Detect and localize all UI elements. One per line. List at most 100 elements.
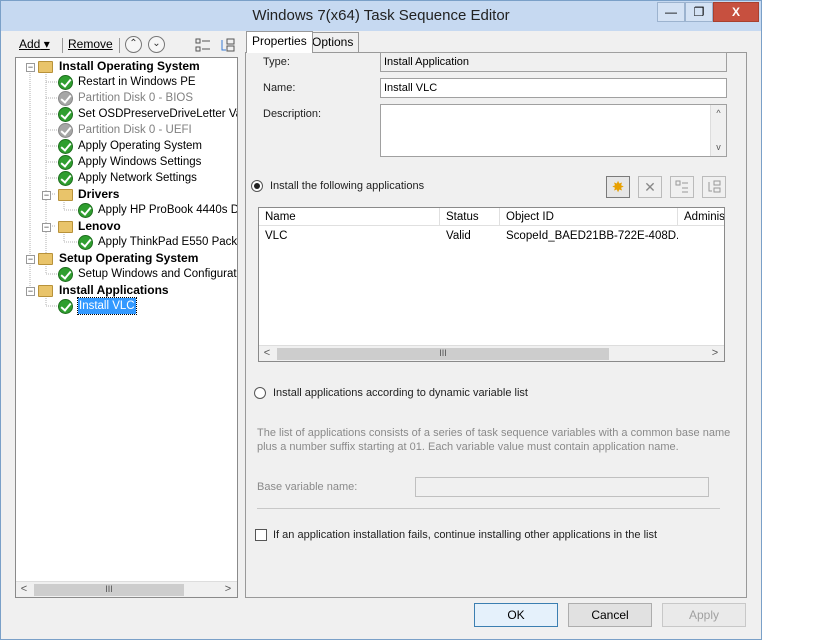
continue-on-fail-checkbox[interactable] xyxy=(255,529,267,541)
delete-application-button[interactable]: ✕ xyxy=(638,176,662,198)
sun-icon: ✸ xyxy=(611,179,625,196)
app-name-cell: VLC xyxy=(265,230,288,242)
minimize-button[interactable]: — xyxy=(657,2,685,22)
list-header: Name Status Object ID Administ xyxy=(259,208,724,226)
scroll-left-arrow[interactable]: < xyxy=(16,582,32,597)
column-header-name[interactable]: Name xyxy=(259,208,440,226)
applications-list[interactable]: Name Status Object ID Administ VLC Valid… xyxy=(258,207,725,362)
close-button[interactable]: X xyxy=(713,2,759,22)
tree-horizontal-scrollbar[interactable]: < III > xyxy=(16,581,237,597)
tree-item-label: Apply Network Settings xyxy=(78,172,197,184)
collapse-toggle[interactable]: − xyxy=(42,191,51,200)
column-header-object-id[interactable]: Object ID xyxy=(500,208,678,226)
toolbar-divider xyxy=(119,38,120,53)
move-down-icon xyxy=(708,180,721,193)
step-enabled-icon xyxy=(58,155,73,170)
remove-button[interactable]: Remove xyxy=(68,37,113,51)
collapse-all-icon[interactable] xyxy=(219,37,235,53)
description-input[interactable]: ^ v xyxy=(380,104,727,157)
ok-button[interactable]: OK xyxy=(474,603,558,627)
tree-item-label: Install VLC xyxy=(77,297,137,315)
step-enabled-icon xyxy=(58,139,73,154)
base-variable-input[interactable] xyxy=(415,477,709,497)
install-dynamic-radio[interactable] xyxy=(254,387,266,399)
add-menu-button[interactable]: Add ▾ xyxy=(19,37,50,51)
cancel-button[interactable]: Cancel xyxy=(568,603,652,627)
step-enabled-icon xyxy=(78,203,93,218)
maximize-button[interactable]: ❐ xyxy=(685,2,713,22)
collapse-toggle[interactable]: − xyxy=(26,63,35,72)
tree-item-label: Setup Windows and Configuration xyxy=(78,268,238,280)
scroll-down-arrow[interactable]: v xyxy=(711,140,726,155)
scroll-left-arrow[interactable]: < xyxy=(259,346,275,361)
continue-on-fail-label: If an application installation fails, co… xyxy=(273,529,658,541)
app-status-cell: Valid xyxy=(446,230,471,242)
add-label: Add xyxy=(19,37,41,51)
list-horizontal-scrollbar[interactable]: < III > xyxy=(259,345,724,361)
tree-item-label: Apply ThinkPad E550 Packag xyxy=(98,236,238,248)
tree-item-label: Restart in Windows PE xyxy=(78,76,196,88)
tree-item-label: Apply HP ProBook 4440s Driv xyxy=(98,204,238,216)
step-disabled-icon xyxy=(58,91,73,106)
task-sequence-tree[interactable]: − Install Operating System Restart in Wi… xyxy=(15,57,238,598)
install-following-label: Install the following applications xyxy=(270,180,425,192)
description-label: Description: xyxy=(263,108,322,120)
step-enabled-icon xyxy=(58,299,73,314)
move-down-button[interactable]: ⌄ xyxy=(148,36,165,53)
dynamic-list-description: The list of applications consists of a s… xyxy=(257,427,731,453)
step-enabled-icon xyxy=(58,75,73,90)
step-enabled-icon xyxy=(58,267,73,282)
scroll-up-arrow[interactable]: ^ xyxy=(711,106,726,121)
move-up-icon xyxy=(675,180,688,193)
step-enabled-icon xyxy=(58,107,73,122)
tree-item-label: Partition Disk 0 - BIOS xyxy=(78,92,194,104)
folder-icon xyxy=(38,61,53,73)
folder-icon xyxy=(38,253,53,265)
app-object-id-cell: ScopeId_BAED21BB-722E-408D... xyxy=(506,230,678,242)
title-bar[interactable]: Windows 7(x64) Task Sequence Editor — ❐ … xyxy=(1,1,761,31)
tree-item-label: Drivers xyxy=(78,187,120,201)
move-application-up-button[interactable] xyxy=(670,176,694,198)
install-following-radio[interactable] xyxy=(251,180,263,192)
tab-properties[interactable]: Properties xyxy=(246,31,313,53)
apply-button[interactable]: Apply xyxy=(662,603,746,627)
tree-item-label: Partition Disk 0 - UEFI xyxy=(78,124,192,136)
move-up-button[interactable]: ⌃ xyxy=(125,36,142,53)
scroll-right-arrow[interactable]: > xyxy=(707,346,723,361)
column-header-status[interactable]: Status xyxy=(440,208,500,226)
tree-item-label: Apply Windows Settings xyxy=(78,156,202,168)
tree-item-label: Lenovo xyxy=(78,219,121,233)
folder-icon xyxy=(58,221,73,233)
scroll-thumb[interactable]: III xyxy=(277,348,609,360)
install-dynamic-label: Install applications according to dynami… xyxy=(273,387,528,399)
collapse-toggle[interactable]: − xyxy=(26,255,35,264)
name-label: Name: xyxy=(263,82,296,94)
tree-item-label: Setup Operating System xyxy=(59,251,199,265)
delete-icon: ✕ xyxy=(644,179,656,195)
folder-icon xyxy=(58,189,73,201)
window-title: Windows 7(x64) Task Sequence Editor xyxy=(252,7,510,24)
collapse-toggle[interactable]: − xyxy=(26,287,35,296)
type-label: Type: xyxy=(263,56,290,68)
step-enabled-icon xyxy=(58,171,73,186)
new-application-button[interactable]: ✸ xyxy=(606,176,630,198)
tree-item-label: Set OSDPreserveDriveLetter Vari xyxy=(78,108,238,120)
expand-all-icon[interactable] xyxy=(195,37,211,53)
tree-toolbar: Add ▾ Remove ⌃ ⌄ xyxy=(19,35,239,55)
step-disabled-icon xyxy=(58,123,73,138)
move-application-down-button[interactable] xyxy=(702,176,726,198)
scroll-right-arrow[interactable]: > xyxy=(220,582,236,597)
step-enabled-icon xyxy=(78,235,93,250)
tab-options[interactable]: Options xyxy=(306,32,360,52)
collapse-toggle[interactable]: − xyxy=(42,223,51,232)
tree-item-label: Install Operating System xyxy=(59,59,200,73)
folder-icon xyxy=(38,285,53,297)
tree-item-label: Apply Operating System xyxy=(78,140,203,152)
toolbar-divider xyxy=(62,38,63,53)
separator-line xyxy=(257,508,720,509)
column-header-administrator[interactable]: Administ xyxy=(678,208,724,226)
tree-item-label: Install Applications xyxy=(59,283,169,297)
scroll-thumb[interactable]: III xyxy=(34,584,184,596)
description-scrollbar[interactable]: ^ v xyxy=(710,105,726,156)
name-input[interactable]: Install VLC xyxy=(380,78,727,98)
